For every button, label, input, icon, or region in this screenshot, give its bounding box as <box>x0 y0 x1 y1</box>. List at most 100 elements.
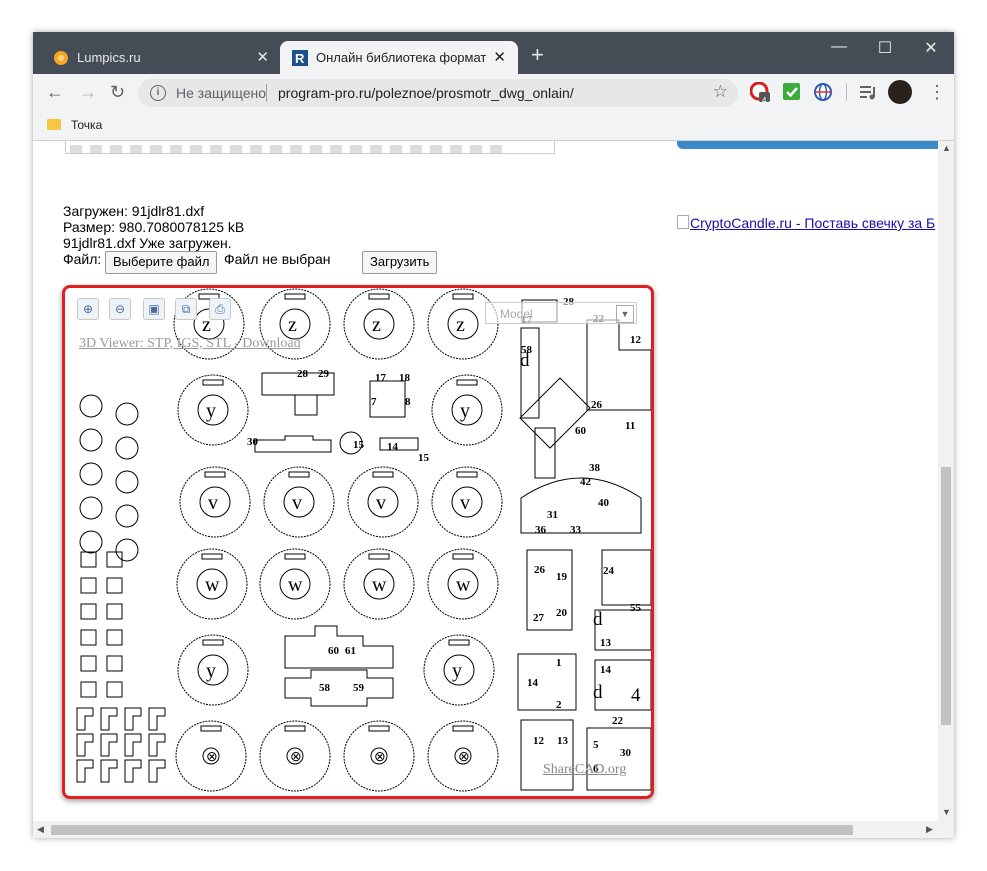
small-round-part <box>79 394 103 418</box>
vertical-scroll-thumb[interactable] <box>941 467 951 725</box>
part-letter: z <box>456 314 465 336</box>
scroll-down-icon[interactable]: ▼ <box>942 807 951 817</box>
share-icon[interactable] <box>210 145 222 153</box>
model-select-label: Model <box>500 307 533 321</box>
info-icon[interactable]: i <box>150 85 166 101</box>
zoom-in-icon[interactable]: ⊕ <box>77 298 99 320</box>
media-control-icon[interactable] <box>858 82 878 102</box>
part-letter: w <box>372 574 387 596</box>
forward-button[interactable]: → <box>79 82 97 103</box>
small-hook-part <box>76 707 94 731</box>
round-part-slot <box>452 553 474 560</box>
upload-button[interactable]: Загрузить <box>362 251 438 274</box>
cad-viewer[interactable]: zzzzyyvvvvwwwwyy⊗⊗⊗⊗ 28172212 58261160 3… <box>62 285 654 799</box>
bookmark-star-icon[interactable]: ☆ <box>713 82 728 102</box>
chevron-down-icon[interactable]: ▼ <box>616 305 634 323</box>
share-icon[interactable] <box>250 145 262 153</box>
tab-lumpics[interactable]: Lumpics.ru ✕ <box>41 41 281 74</box>
svg-text:59: 59 <box>353 682 365 694</box>
menu-button[interactable]: ⋮ <box>928 82 946 103</box>
round-part-slot <box>201 553 223 560</box>
file-info: Загружен: 91jdlr81.dxf Размер: 980.70800… <box>63 203 244 251</box>
part-letter: w <box>456 574 471 596</box>
share-icon[interactable] <box>330 145 342 153</box>
small-hook-part <box>148 707 166 731</box>
svg-text:40: 40 <box>598 497 610 509</box>
part-letter: w <box>205 574 220 596</box>
svg-text:R: R <box>295 51 305 66</box>
fit-view-icon[interactable]: ▣ <box>143 298 165 320</box>
tab-close-icon[interactable]: ✕ <box>256 48 269 66</box>
share-icon[interactable] <box>110 145 122 153</box>
share-icon[interactable] <box>410 145 422 153</box>
print-icon[interactable]: ⎙ <box>209 298 231 320</box>
adblock-extension-icon[interactable] <box>750 82 770 102</box>
small-hook-part <box>124 707 142 731</box>
svg-text:36: 36 <box>535 524 547 536</box>
share-icon[interactable] <box>370 145 382 153</box>
share-icon[interactable] <box>470 145 482 153</box>
url-text[interactable]: program-pro.ru/poleznoe/prosmotr_dwg_onl… <box>278 85 574 101</box>
maximize-button[interactable]: ☐ <box>862 38 908 58</box>
close-window-button[interactable]: ✕ <box>908 38 954 58</box>
back-button[interactable]: ← <box>46 82 64 103</box>
scroll-up-icon[interactable]: ▲ <box>942 143 951 153</box>
profile-avatar[interactable] <box>888 80 912 104</box>
tab-program-pro[interactable]: R Онлайн библиотека форматов ✕ <box>280 41 518 74</box>
small-square-part <box>106 603 123 620</box>
sidebar-banner <box>677 141 938 149</box>
small-round-part <box>79 530 103 554</box>
new-tab-button[interactable]: + <box>531 42 544 68</box>
bookmark-tochka[interactable]: Точка <box>71 118 102 132</box>
share-icon[interactable] <box>350 145 362 153</box>
share-icon[interactable] <box>310 145 322 153</box>
share-icon[interactable] <box>430 145 442 153</box>
browser-window: Lumpics.ru ✕ R Онлайн библиотека формато… <box>33 32 954 838</box>
share-icon[interactable] <box>270 145 282 153</box>
round-part-slot <box>368 553 390 560</box>
minimize-button[interactable]: — <box>816 38 862 56</box>
cryptocandle-link-text[interactable]: CryptoCandle.ru - Поставь свечку за Б <box>690 215 935 231</box>
share-icon[interactable] <box>230 145 242 153</box>
tab-close-icon[interactable]: ✕ <box>493 48 506 66</box>
share-icon[interactable] <box>390 145 402 153</box>
layers-icon[interactable]: ⧉ <box>175 298 197 320</box>
round-part-slot <box>448 639 470 646</box>
cryptocandle-link[interactable]: CryptoCandle.ru - Поставь свечку за Б <box>677 215 935 231</box>
share-icon[interactable] <box>150 145 162 153</box>
choose-file-button[interactable]: Выберите файл <box>105 251 218 274</box>
model-select[interactable]: Model ▼ <box>485 302 637 324</box>
checkmark-extension-icon[interactable] <box>782 82 802 102</box>
toolbar-divider <box>846 83 847 101</box>
part-letter: y <box>452 660 462 682</box>
share-icon[interactable] <box>450 145 462 153</box>
part-cross-mark: ⊗ <box>374 750 386 765</box>
share-icon[interactable] <box>170 145 182 153</box>
scroll-right-icon[interactable]: ▶ <box>926 824 933 835</box>
share-icon[interactable] <box>90 145 102 153</box>
scroll-left-icon[interactable]: ◀ <box>37 824 44 835</box>
small-hook-part <box>100 707 118 731</box>
svg-text:38: 38 <box>589 462 601 474</box>
zoom-out-icon[interactable]: ⊖ <box>109 298 131 320</box>
cad-drawing[interactable]: zzzzyyvvvvwwwwyy⊗⊗⊗⊗ 28172212 58261160 3… <box>65 288 651 796</box>
sharecad-link[interactable]: ShareCAD.org <box>543 762 626 778</box>
share-icon[interactable] <box>70 145 82 153</box>
address-bar[interactable]: i Не защищено program-pro.ru/poleznoe/pr… <box>138 79 738 107</box>
small-round-part <box>115 470 139 494</box>
3d-viewer-link[interactable]: 3D Viewer: STP, IGS, STL - Download <box>79 336 301 352</box>
svg-text:20: 20 <box>556 607 568 619</box>
part-letter: v <box>376 492 386 514</box>
share-icon[interactable] <box>130 145 142 153</box>
share-icon[interactable] <box>190 145 202 153</box>
share-icon[interactable] <box>490 145 502 153</box>
small-round-part <box>115 436 139 460</box>
reload-button[interactable]: ↻ <box>110 82 125 103</box>
tab-title: Lumpics.ru <box>77 50 141 65</box>
vertical-scrollbar[interactable]: ▲ ▼ <box>938 141 954 821</box>
globe-extension-icon[interactable] <box>813 82 833 102</box>
round-part-slot <box>204 471 226 478</box>
horizontal-scrollbar[interactable]: ◀ ▶ <box>33 821 954 838</box>
horizontal-scroll-thumb[interactable] <box>51 825 853 835</box>
share-icon[interactable] <box>290 145 302 153</box>
